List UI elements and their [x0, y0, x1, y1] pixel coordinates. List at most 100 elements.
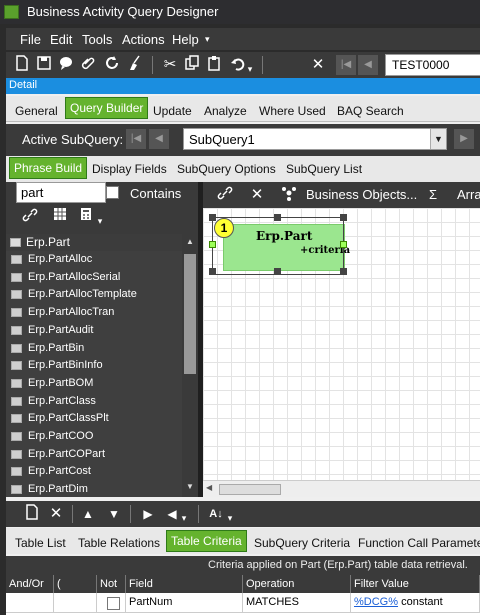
paste-icon[interactable]: [204, 55, 224, 75]
column-header-filter-value[interactable]: Filter Value: [351, 575, 480, 593]
tab-subquery-options[interactable]: SubQuery Options: [177, 162, 276, 176]
list-item[interactable]: Erp.PartBin: [6, 340, 182, 358]
first-record-icon[interactable]: |◀: [336, 55, 356, 75]
list-item[interactable]: Erp.PartCOPart: [6, 446, 182, 464]
tab-phrase-build[interactable]: Phrase Build: [9, 157, 88, 179]
prev-subquery-icon[interactable]: ◀: [149, 129, 169, 149]
sort-az-icon[interactable]: A↓: [206, 504, 226, 524]
table-list-scrollbar[interactable]: ▲ ▼: [182, 234, 198, 497]
list-item[interactable]: Erp.PartCOO: [6, 428, 182, 446]
business-objects-button[interactable]: Business Objects...: [306, 187, 417, 202]
list-item[interactable]: Erp.PartClass: [6, 393, 182, 411]
first-subquery-icon[interactable]: |◀: [126, 129, 146, 149]
cell-and-or[interactable]: [6, 593, 54, 613]
link-icon[interactable]: [215, 185, 235, 205]
list-item[interactable]: Erp.PartAlloc: [6, 251, 182, 269]
prev-record-icon[interactable]: ◀: [358, 55, 378, 75]
tab-query-builder[interactable]: Query Builder: [65, 97, 149, 119]
cell-not[interactable]: [97, 593, 126, 613]
delete-icon[interactable]: ✕: [247, 185, 267, 205]
menu-edit[interactable]: Edit: [50, 32, 72, 47]
link-icon[interactable]: [20, 207, 40, 227]
resize-handle[interactable]: [274, 214, 281, 221]
attach-icon[interactable]: [78, 55, 98, 75]
cell-filter-value[interactable]: %DCG% constant: [351, 593, 480, 613]
list-item[interactable]: Erp.PartClassPlt: [6, 410, 182, 428]
scroll-up-icon[interactable]: ▲: [182, 234, 198, 250]
list-item[interactable]: Erp.PartBinInfo: [6, 357, 182, 375]
resize-handle[interactable]: [209, 214, 216, 221]
move-down-icon[interactable]: ▼: [104, 504, 124, 524]
indent-dropdown-icon[interactable]: ▾: [178, 508, 190, 528]
list-item[interactable]: Erp.PartAudit: [6, 322, 182, 340]
cell-field[interactable]: PartNum: [126, 593, 243, 613]
resize-handle[interactable]: [340, 214, 347, 221]
table-search-input[interactable]: part: [16, 182, 106, 203]
tab-update[interactable]: Update: [153, 104, 192, 118]
copy-icon[interactable]: [182, 55, 202, 75]
column-header-field[interactable]: Field: [126, 575, 243, 593]
menu-file[interactable]: File: [20, 32, 41, 47]
calculator-icon[interactable]: [76, 207, 96, 227]
tab-subquery-criteria[interactable]: SubQuery Criteria: [254, 536, 350, 550]
refresh-icon[interactable]: [102, 55, 122, 75]
summary-sigma-button[interactable]: Σ: [429, 187, 437, 202]
scrollbar-thumb[interactable]: [184, 254, 196, 374]
not-checkbox[interactable]: [107, 597, 120, 610]
tab-subquery-list[interactable]: SubQuery List: [286, 162, 362, 176]
column-header-operation[interactable]: Operation: [243, 575, 351, 593]
cell-operation[interactable]: MATCHES: [243, 593, 351, 613]
tab-where-used[interactable]: Where Used: [259, 104, 326, 118]
tab-table-criteria[interactable]: Table Criteria: [166, 530, 247, 552]
connection-handle[interactable]: [209, 241, 216, 248]
next-subquery-icon[interactable]: ▶: [454, 129, 474, 149]
tab-general[interactable]: General: [15, 104, 58, 118]
business-objects-icon[interactable]: [279, 185, 299, 205]
list-item[interactable]: Erp.PartCost: [6, 463, 182, 481]
column-header-and-or[interactable]: And/Or: [6, 575, 54, 593]
tree-header[interactable]: Erp.Part: [6, 234, 198, 251]
scroll-down-icon[interactable]: ▼: [182, 479, 198, 495]
menu-tools[interactable]: Tools: [82, 32, 112, 47]
table-view-icon[interactable]: [50, 207, 70, 227]
scrollbar-thumb[interactable]: [219, 484, 281, 495]
canvas-horizontal-scrollbar[interactable]: ◀: [203, 480, 480, 497]
indent-right-icon[interactable]: ▶: [138, 504, 158, 524]
sort-dropdown-icon[interactable]: ▾: [224, 508, 236, 528]
column-header-not[interactable]: Not: [97, 575, 126, 593]
tab-table-relations[interactable]: Table Relations: [78, 536, 160, 550]
undo-dropdown-icon[interactable]: ▾: [244, 59, 256, 79]
delete-icon[interactable]: ✕: [308, 55, 328, 75]
query-diagram-canvas[interactable]: Erp.Part +criteria 1: [203, 208, 480, 480]
move-up-icon[interactable]: ▲: [78, 504, 98, 524]
comment-icon[interactable]: [56, 55, 76, 75]
column-header-open-paren[interactable]: (: [54, 575, 97, 593]
resize-handle[interactable]: [209, 268, 216, 275]
resize-handle[interactable]: [274, 268, 281, 275]
tab-baq-search[interactable]: BAQ Search: [337, 104, 404, 118]
delete-criteria-icon[interactable]: ✕: [46, 504, 66, 524]
arrange-button[interactable]: Arra: [457, 187, 480, 202]
list-item[interactable]: Erp.PartAllocSerial: [6, 269, 182, 287]
view-dropdown-icon[interactable]: ▾: [94, 211, 106, 231]
contains-checkbox[interactable]: [106, 186, 119, 199]
tab-display-fields[interactable]: Display Fields: [92, 162, 167, 176]
filter-value-link[interactable]: %DCG%: [354, 596, 398, 608]
list-item[interactable]: Erp.PartBOM: [6, 375, 182, 393]
cut-icon[interactable]: ✂: [160, 55, 180, 75]
menu-actions[interactable]: Actions: [122, 32, 165, 47]
tab-table-list[interactable]: Table List: [15, 536, 66, 550]
new-icon[interactable]: [12, 55, 32, 75]
tab-analyze[interactable]: Analyze: [204, 104, 247, 118]
cell-open-paren[interactable]: [54, 593, 97, 613]
chevron-down-icon[interactable]: ▼: [430, 129, 446, 149]
tab-function-call-parameter[interactable]: Function Call Parameter: [358, 536, 480, 550]
save-icon[interactable]: [34, 55, 54, 75]
connection-handle[interactable]: [340, 241, 347, 248]
list-item[interactable]: Erp.PartAllocTran: [6, 304, 182, 322]
scroll-left-icon[interactable]: ◀: [206, 483, 212, 492]
menu-help[interactable]: Help: [172, 32, 199, 47]
clear-broom-icon[interactable]: [125, 55, 145, 75]
new-criteria-icon[interactable]: [22, 504, 42, 524]
subquery-select[interactable]: SubQuery1 ▼: [183, 128, 447, 150]
